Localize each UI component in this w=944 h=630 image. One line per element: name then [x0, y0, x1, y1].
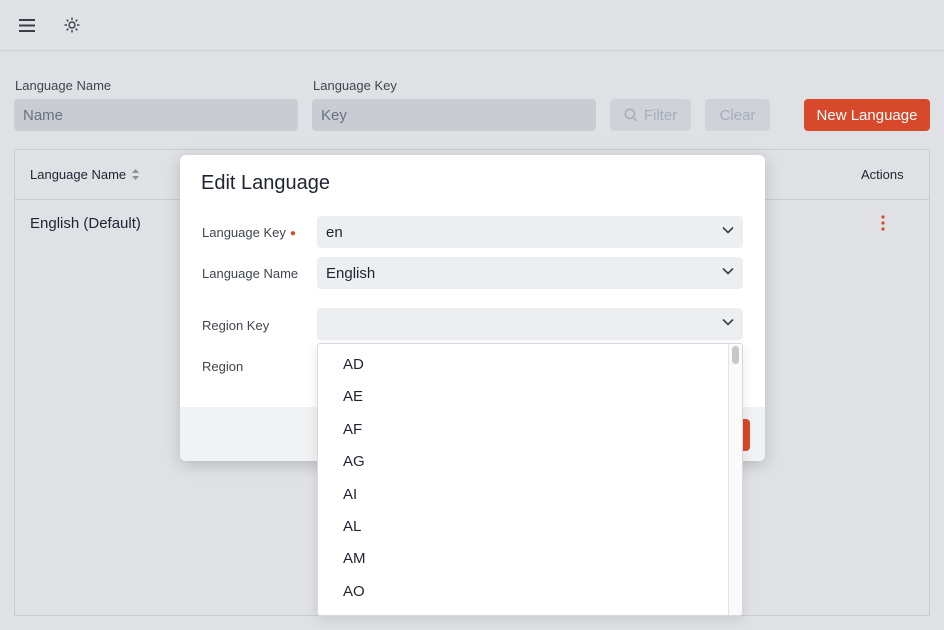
dropdown-option[interactable]: AF: [343, 421, 362, 438]
search-icon: [624, 108, 638, 122]
dropdown-option[interactable]: AL: [343, 518, 361, 535]
clear-button-label: Clear: [719, 106, 756, 124]
filter-button-label: Filter: [643, 106, 678, 124]
chevron-down-icon: [722, 318, 734, 326]
dropdown-option[interactable]: AE: [343, 388, 363, 405]
filter-button[interactable]: Filter: [610, 99, 691, 131]
language-key-label-text: Language Key: [202, 225, 286, 240]
column-header-language-name-label: Language Name: [30, 167, 127, 182]
new-language-button[interactable]: New Language: [804, 99, 930, 131]
language-name-select[interactable]: English: [317, 257, 743, 289]
language-name-cell: English (Default): [30, 215, 141, 232]
language-name-value: English: [326, 264, 376, 282]
dropdown-option[interactable]: AG: [343, 453, 365, 470]
dropdown-option[interactable]: AD: [343, 356, 364, 373]
language-key-label: Language Key ●: [202, 225, 296, 240]
column-header-language-name[interactable]: Language Name: [30, 167, 140, 182]
language-name-label: Language Name: [202, 266, 299, 281]
new-language-button-label: New Language: [816, 106, 918, 124]
sun-icon[interactable]: [58, 11, 86, 39]
dropdown-option[interactable]: AM: [343, 550, 366, 567]
top-bar: [0, 0, 944, 51]
region-key-dropdown[interactable]: AD AE AF AG AI AL AM AO: [317, 343, 743, 616]
more-actions-icon[interactable]: [877, 214, 889, 232]
language-name-filter-label: Language Name: [15, 78, 112, 93]
column-header-actions: Actions: [861, 167, 904, 182]
scrollbar[interactable]: [728, 344, 742, 615]
dropdown-option[interactable]: AI: [343, 486, 357, 503]
language-key-filter-input[interactable]: [312, 99, 596, 131]
language-key-select[interactable]: en: [317, 216, 743, 248]
chevron-down-icon: [722, 267, 734, 275]
chevron-down-icon: [722, 226, 734, 234]
region-key-label: Region Key: [202, 318, 270, 333]
region-label: Region: [202, 359, 244, 374]
region-key-select[interactable]: [317, 308, 743, 340]
dialog-title: Edit Language: [201, 172, 331, 194]
dropdown-option[interactable]: AO: [343, 583, 365, 600]
clear-button[interactable]: Clear: [705, 99, 770, 131]
required-indicator: ●: [289, 228, 296, 239]
hamburger-menu-icon[interactable]: [13, 11, 41, 39]
language-key-value: en: [326, 223, 343, 241]
language-key-filter-label: Language Key: [313, 78, 397, 93]
scrollbar-thumb[interactable]: [732, 346, 739, 364]
sort-icon[interactable]: [132, 169, 140, 180]
language-name-filter-input[interactable]: [14, 99, 298, 131]
